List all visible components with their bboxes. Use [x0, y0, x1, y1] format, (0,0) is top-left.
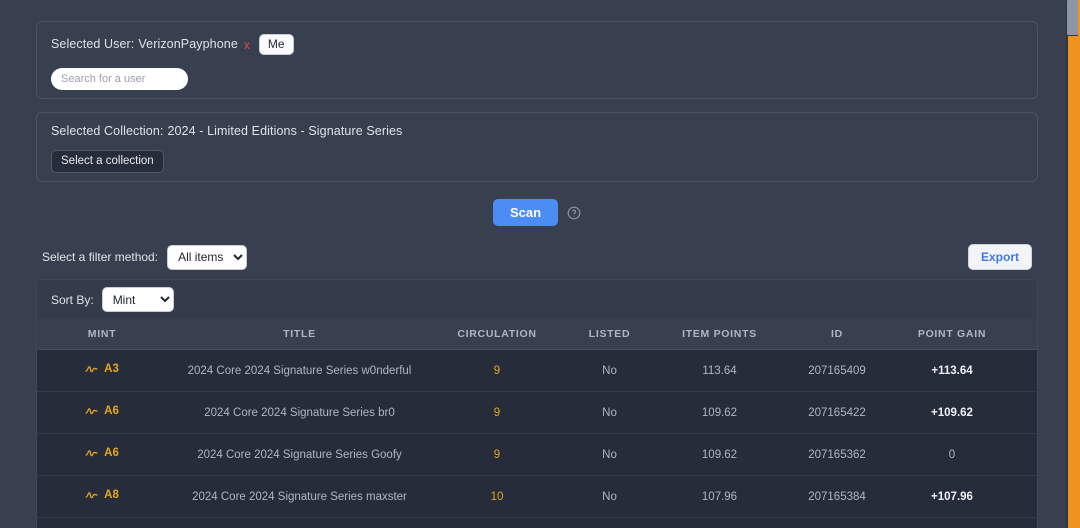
items-table-card: Sort By: Mint MINT TITLE CIRCULATION LIS… [36, 279, 1038, 528]
cell-mint: A8 [37, 475, 167, 518]
column-header-mint[interactable]: MINT [37, 319, 167, 350]
cell-point-gain: +109.62 [892, 391, 1012, 434]
cell-title: 2024 Core 2024 Signature Series w0nderfu… [167, 349, 432, 392]
cell-point-gain: +107.96 [892, 475, 1012, 518]
mint-value: A6 [104, 405, 119, 417]
cell-id: 207165384 [782, 475, 892, 518]
cell-item-points: 109.62 [657, 433, 782, 476]
cell-history [1012, 391, 1037, 434]
selected-user-panel: Selected User: VerizonPayphone x Me [36, 21, 1038, 99]
export-button[interactable]: Export [967, 244, 1032, 270]
mint-value: A3 [104, 363, 119, 375]
selected-user-label: Selected User: VerizonPayphone x Me [51, 34, 1023, 55]
items-table: MINT TITLE CIRCULATION LISTED ITEM POINT… [37, 319, 1037, 528]
selected-user-name: VerizonPayphone [138, 37, 238, 52]
cell-item-points: 107.96 [657, 475, 782, 518]
mint-value: A6 [104, 447, 119, 459]
table-row[interactable]: A8 2024 Core 2024 Signature Series maxste… [37, 475, 1037, 518]
column-header-id[interactable]: ID [782, 319, 892, 350]
table-row[interactable]: A3 2024 Core 2024 Signature Series w0nder… [37, 349, 1037, 392]
table-row[interactable]: A6 2024 Core 2024 Signature Series br0 9 No… [37, 391, 1037, 434]
selected-collection-prefix: Selected Collection: [51, 124, 164, 138]
items-table-body: A3 2024 Core 2024 Signature Series w0nder… [37, 349, 1037, 528]
table-row[interactable]: A102024 Core 2024 Signature Series isak8… [37, 517, 1037, 528]
column-header-title[interactable]: TITLE [167, 319, 432, 350]
cell-circulation: 9 [432, 349, 562, 392]
cell-listed: No [562, 475, 657, 518]
filter-method-select[interactable]: All items [167, 244, 248, 270]
clear-user-icon[interactable]: x [244, 39, 250, 51]
column-header-circulation[interactable]: CIRCULATION [432, 319, 562, 350]
cell-mint: A10 [37, 517, 167, 528]
signature-icon [85, 363, 98, 376]
signature-icon [85, 447, 98, 460]
scan-button[interactable]: Scan [492, 199, 559, 226]
cell-history [1012, 433, 1037, 476]
cell-circulation: 8 [432, 517, 562, 528]
cell-listed: No [562, 349, 657, 392]
cell-listed: No [562, 517, 657, 528]
content-column: Selected User: VerizonPayphone x Me Sele… [36, 0, 1038, 528]
cell-point-gain: +113.64 [892, 349, 1012, 392]
cell-listed: No [562, 433, 657, 476]
app-page: Selected User: VerizonPayphone x Me Sele… [0, 0, 1080, 528]
selected-collection-name: 2024 - Limited Editions - Signature Seri… [167, 124, 403, 138]
cell-circulation: 9 [432, 391, 562, 434]
cell-title: 2024 Core 2024 Signature Series maxster [167, 475, 432, 518]
cell-history [1012, 517, 1037, 528]
cell-circulation: 9 [432, 433, 562, 476]
cell-title: 2024 Core 2024 Signature Series isak [167, 517, 432, 528]
cell-title: 2024 Core 2024 Signature Series br0 [167, 391, 432, 434]
search-user-input[interactable] [51, 68, 188, 90]
cell-mint: A3 [37, 349, 167, 392]
cell-id: 207165422 [782, 391, 892, 434]
sort-by-select[interactable]: Mint [101, 287, 174, 312]
sort-row: Sort By: Mint [37, 280, 1037, 319]
table-header-row: MINT TITLE CIRCULATION LISTED ITEM POINT… [37, 319, 1037, 350]
sort-by-label: Sort By: [51, 292, 94, 307]
scan-row: Scan [36, 199, 1038, 226]
select-collection-button[interactable]: Select a collection [51, 149, 164, 173]
cell-mint: A6 [37, 391, 167, 434]
selected-user-prefix: Selected User: [51, 37, 135, 52]
cell-title: 2024 Core 2024 Signature Series Goofy [167, 433, 432, 476]
cell-point-gain: 0 [892, 433, 1012, 476]
column-header-item-points[interactable]: ITEM POINTS [657, 319, 782, 350]
cell-history [1012, 349, 1037, 392]
filter-method-label: Select a filter method: [42, 250, 159, 264]
selected-collection-panel: Selected Collection: 2024 - Limited Edit… [36, 112, 1038, 182]
column-header-point-gain[interactable]: POINT GAIN [892, 319, 1012, 350]
cell-item-points: 106.67 [657, 517, 782, 528]
question-circle-icon[interactable] [567, 206, 581, 220]
filter-row: Select a filter method: All items Export [36, 243, 1038, 271]
cell-listed: No [562, 391, 657, 434]
cell-mint: A6 [37, 433, 167, 476]
column-header-history[interactable]: HISTORY [1012, 319, 1037, 350]
cell-id: 207165362 [782, 433, 892, 476]
cell-id: 207165409 [782, 349, 892, 392]
cell-history [1012, 475, 1037, 518]
cell-id: 207165396 [782, 517, 892, 528]
items-table-head: MINT TITLE CIRCULATION LISTED ITEM POINT… [37, 319, 1037, 350]
cell-circulation: 10 [432, 475, 562, 518]
mint-value: A8 [104, 489, 119, 501]
column-header-listed[interactable]: LISTED [562, 319, 657, 350]
table-row[interactable]: A6 2024 Core 2024 Signature Series Goofy 9… [37, 433, 1037, 476]
signature-icon [85, 405, 98, 418]
signature-icon [85, 489, 98, 502]
cell-point-gain: +106.67 [892, 517, 1012, 528]
me-button[interactable]: Me [258, 34, 294, 55]
cell-item-points: 113.64 [657, 349, 782, 392]
cell-item-points: 109.62 [657, 391, 782, 434]
selected-collection-label: Selected Collection: 2024 - Limited Edit… [51, 125, 1023, 138]
